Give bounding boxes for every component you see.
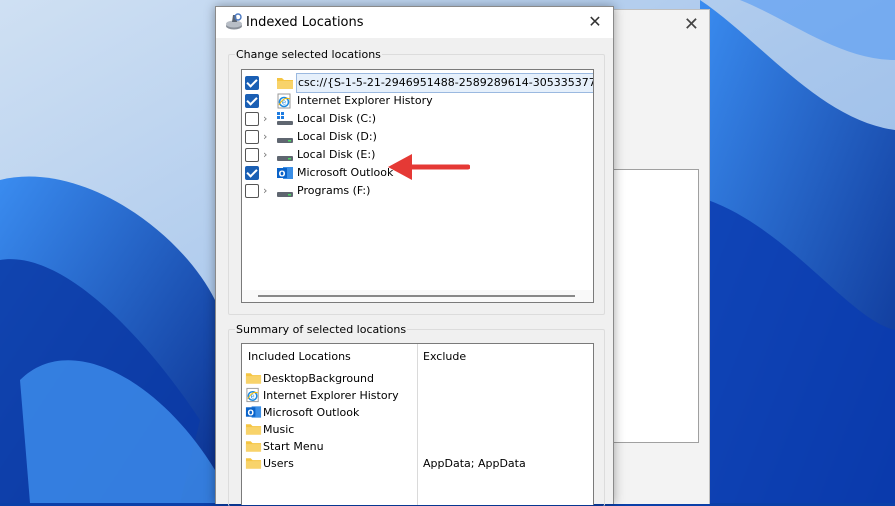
outlook-icon: O [276, 165, 294, 181]
background-close-icon[interactable]: ✕ [684, 14, 699, 35]
tree-item[interactable]: csc://{S-1-5-21-2946951488-2589289614-30… [242, 73, 593, 93]
drive-icon [277, 192, 293, 197]
ie-history-icon: e [276, 93, 294, 109]
folder-icon [245, 441, 262, 452]
horizontal-scrollbar[interactable] [242, 290, 593, 302]
location-checkbox[interactable] [245, 166, 259, 180]
summary-row: O Microsoft Outlook [245, 404, 415, 421]
tree-item[interactable]: › Programs (F:) [242, 182, 593, 200]
svg-text:O: O [279, 170, 286, 179]
drive-icon [277, 138, 293, 143]
location-checkbox[interactable] [245, 130, 259, 144]
chevron-right-icon[interactable]: › [263, 128, 273, 146]
folder-icon [245, 455, 262, 471]
title-bar: Indexed Locations ✕ [216, 7, 613, 38]
ie-history-icon: e [245, 387, 262, 403]
exclude-header: Exclude [423, 350, 467, 363]
location-checkbox[interactable] [245, 76, 259, 90]
chevron-right-icon[interactable]: › [263, 182, 273, 200]
tree-item[interactable]: › Local Disk (D:) [242, 128, 593, 146]
svg-text:O: O [247, 408, 254, 417]
tree-item-label: Microsoft Outlook [297, 166, 394, 179]
summary-table: Included Locations Exclude DesktopBackgr… [241, 343, 594, 505]
tree-item[interactable]: › Local Disk (C:) [242, 110, 593, 128]
outlook-icon: O [245, 406, 262, 418]
summary-row: DesktopBackground [245, 370, 415, 387]
folder-icon [245, 421, 262, 437]
scrollbar-thumb[interactable] [258, 295, 575, 297]
ie-history-icon: e [277, 93, 291, 109]
windows-drive-icon [276, 111, 294, 127]
summary-row: Users [245, 455, 415, 472]
close-icon: ✕ [588, 12, 602, 31]
folder-icon [245, 370, 262, 386]
tree-item-label: csc://{S-1-5-21-2946951488-2589289614-30… [296, 73, 593, 93]
chevron-right-icon[interactable]: › [263, 146, 273, 164]
tree-item[interactable]: e Internet Explorer History [242, 92, 593, 110]
location-checkbox[interactable] [245, 184, 259, 198]
tree-item-label: Local Disk (C:) [297, 112, 377, 125]
indexed-locations-dialog: Indexed Locations ✕ Change selected loca… [215, 6, 614, 506]
included-location-label: Music [263, 423, 295, 436]
outlook-icon: O [245, 404, 262, 420]
drive-icon [277, 156, 293, 161]
annotation-arrow [388, 154, 470, 180]
location-checkbox[interactable] [245, 112, 259, 126]
folder-icon [277, 78, 293, 89]
tree-item-label: Local Disk (D:) [297, 130, 377, 143]
tree-item-label: Local Disk (E:) [297, 148, 376, 161]
included-locations-header: Included Locations [248, 350, 351, 363]
drive-icon [276, 183, 294, 199]
folder-icon [245, 458, 262, 469]
included-location-label: Users [263, 457, 294, 470]
summary-row: Music [245, 421, 415, 438]
location-checkbox[interactable] [245, 148, 259, 162]
dialog-title: Indexed Locations [246, 15, 364, 30]
location-checkbox[interactable] [245, 94, 259, 108]
indexing-icon [226, 13, 242, 30]
summary-row: Start Menu [245, 438, 415, 455]
included-location-label: DesktopBackground [263, 372, 374, 385]
folder-icon [245, 373, 262, 384]
windows-drive-icon [277, 112, 293, 125]
drive-icon [276, 147, 294, 163]
included-location-label: Internet Explorer History [263, 389, 399, 402]
outlook-icon: O [277, 167, 293, 179]
change-locations-label: Change selected locations [235, 48, 382, 61]
included-location-label: Microsoft Outlook [263, 406, 360, 419]
column-divider [417, 344, 418, 505]
background-list-box [611, 169, 699, 443]
chevron-right-icon[interactable]: › [263, 110, 273, 128]
folder-icon [245, 438, 262, 454]
summary-label: Summary of selected locations [235, 323, 408, 336]
folder-icon [245, 424, 262, 435]
close-button[interactable]: ✕ [583, 11, 607, 33]
tree-item-label: Internet Explorer History [297, 94, 433, 107]
locations-tree[interactable]: csc://{S-1-5-21-2946951488-2589289614-30… [241, 69, 594, 303]
summary-row: e Internet Explorer History [245, 387, 415, 404]
drive-icon [276, 129, 294, 145]
tree-item-label: Programs (F:) [297, 184, 371, 197]
exclude-value: AppData; AppData [423, 457, 526, 470]
ie-history-icon: e [246, 387, 259, 403]
folder-icon [276, 75, 294, 91]
included-location-label: Start Menu [263, 440, 324, 453]
